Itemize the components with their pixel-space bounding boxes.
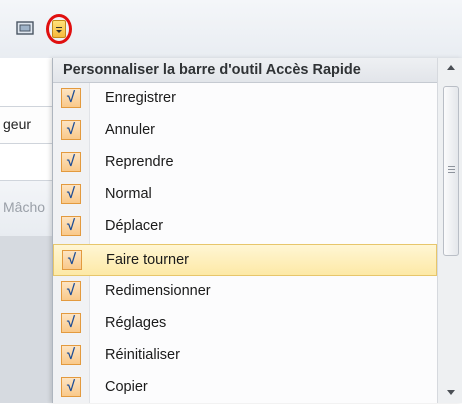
menu-item-label: Déplacer (105, 218, 164, 234)
menu-item-label: Reprendre (105, 154, 174, 170)
background-field: geur (0, 106, 52, 144)
checkmark-icon: √ (61, 184, 81, 204)
menu-item-label: Enregistrer (105, 90, 176, 106)
quick-access-toolbar (0, 0, 462, 59)
customize-qat-menu: Personnaliser la barre d'outil Accès Rap… (52, 58, 462, 403)
menu-item-redimensionner[interactable]: √ Redimensionner (53, 276, 437, 308)
background-section: Mâcho (0, 180, 52, 238)
menu-item-label: Réinitialiser (105, 347, 180, 363)
background-muted-text: Mâcho (3, 199, 46, 215)
grip-line (448, 166, 455, 167)
qat-dropdown-icon (52, 20, 66, 38)
menu-item-reprendre[interactable]: √ Reprendre (53, 147, 437, 179)
grip-line (448, 172, 455, 173)
menu-item-annuler[interactable]: √ Annuler (53, 115, 437, 147)
menu-item-normal[interactable]: √ Normal (53, 179, 437, 211)
scroll-down-button[interactable] (438, 383, 462, 403)
menu-item-faire-tourner[interactable]: √ Faire tourner (53, 244, 437, 276)
checkmark-icon: √ (61, 313, 81, 333)
window-frame-icon[interactable] (16, 20, 34, 36)
background-field-text: geur (3, 116, 32, 132)
menu-item-label: Annuler (105, 122, 155, 138)
menu-item-enregistrer[interactable]: √ Enregistrer (53, 83, 437, 115)
menu-item-label: Normal (105, 186, 152, 202)
menu-item-label: Copier (105, 379, 148, 395)
customize-qat-dropdown-button[interactable] (46, 14, 72, 44)
checkmark-icon: √ (61, 377, 81, 397)
menu-title: Personnaliser la barre d'outil Accès Rap… (63, 62, 361, 78)
grip-line (448, 169, 455, 170)
checkmark-icon: √ (62, 250, 82, 270)
menu-header: Personnaliser la barre d'outil Accès Rap… (53, 58, 437, 83)
arrow-up-icon (447, 65, 455, 70)
menu-item-deplacer[interactable]: √ Déplacer (53, 211, 437, 243)
checkmark-icon: √ (61, 120, 81, 140)
menu-item-reinitialiser[interactable]: √ Réinitialiser (53, 340, 437, 372)
checkmark-icon: √ (61, 216, 81, 236)
menu-item-label: Redimensionner (105, 283, 211, 299)
menu-item-copier[interactable]: √ Copier (53, 372, 437, 404)
background-panel (0, 236, 52, 403)
scroll-up-button[interactable] (438, 58, 462, 78)
checkmark-icon: √ (61, 88, 81, 108)
menu-item-reglages[interactable]: √ Réglages (53, 308, 437, 340)
checkmark-icon: √ (61, 345, 81, 365)
checkmark-icon: √ (61, 152, 81, 172)
menu-item-label: Réglages (105, 315, 167, 331)
arrow-down-icon (447, 390, 455, 395)
scrollbar-thumb[interactable] (443, 86, 459, 256)
menu-scrollbar[interactable] (437, 58, 462, 403)
menu-item-label: Faire tourner (106, 252, 190, 268)
checkmark-icon: √ (61, 281, 81, 301)
